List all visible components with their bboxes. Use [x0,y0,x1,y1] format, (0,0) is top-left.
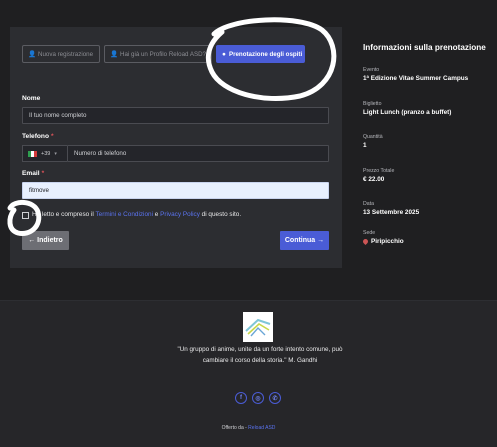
privacy-policy-link[interactable]: Privacy Policy [160,211,200,218]
required-mark: * [50,133,54,140]
country-code-value: +39 [41,150,51,157]
name-input[interactable]: Il tuo nome completo [22,107,329,124]
registration-step-tabs: 👤 Nuova registrazione 👤 Hai già un Profi… [22,45,305,63]
tab-existing-profile[interactable]: 👤 Hai già un Profilo Reload ASD? [104,45,212,63]
terms-consent-text: Ho letto e compreso il Termini e Condizi… [32,211,242,218]
email-input-value: fitmove [29,187,49,194]
summary-ticket: Biglietto Light Lunch (pranzo a buffet) [363,101,452,116]
tab-new-registration[interactable]: 👤 Nuova registrazione [22,45,100,63]
phone-label: Telefono * [22,133,54,140]
summary-price: Prezzo Totale € 22.00 [363,168,395,183]
chevron-down-icon: ▾ [54,150,57,157]
organization-logo [243,312,273,342]
user-plus-icon: 👤 [28,50,37,58]
email-label: Email * [22,170,45,177]
phone-placeholder: Numero di telefono [74,150,127,157]
summary-event: Evento 1ª Edizione Vitae Summer Campus [363,67,469,82]
required-mark: * [41,170,45,177]
user-icon: ● [222,50,226,58]
tab-label: Nuova registrazione [38,50,94,58]
summary-quantity: Quantità 1 [363,134,383,149]
italy-flag-icon [28,150,37,157]
user-check-icon: 👤 [110,50,119,58]
summary-venue: Sede Piripicchio [361,230,404,245]
continue-button[interactable]: Continua → [280,231,329,250]
terms-link[interactable]: Termini e Condizioni [95,211,153,218]
country-code-select[interactable]: +39 ▾ [22,145,67,162]
name-label: Nome [22,95,41,102]
terms-checkbox[interactable] [22,212,29,219]
whatsapp-icon[interactable]: ✆ [269,392,281,404]
summary-title: Informazioni sulla prenotazione [363,43,486,52]
footer-credits: Offerto da - Reload ASD [221,425,276,431]
facebook-icon[interactable]: f [235,392,247,404]
booking-summary: Informazioni sulla prenotazione [363,43,493,52]
credits-link[interactable]: Reload ASD [248,425,275,431]
instagram-icon[interactable]: ◎ [252,392,264,404]
email-input[interactable]: fitmove [22,182,329,199]
social-links: f ◎ ✆ [235,392,281,404]
back-button[interactable]: ← Indietro [22,231,69,250]
tab-label: Prenotazione degli ospiti [228,50,303,58]
tab-guest-booking[interactable]: ● Prenotazione degli ospiti [216,45,305,63]
location-pin-icon [361,237,370,245]
footer-quote: "Un gruppo di anime, unite da un forte i… [177,346,343,364]
name-input-value: Il tuo nome completo [29,112,87,119]
phone-input[interactable]: Numero di telefono [67,145,329,162]
summary-date: Data 13 Settembre 2025 [363,201,420,216]
tab-label: Hai già un Profilo Reload ASD? [120,50,206,58]
